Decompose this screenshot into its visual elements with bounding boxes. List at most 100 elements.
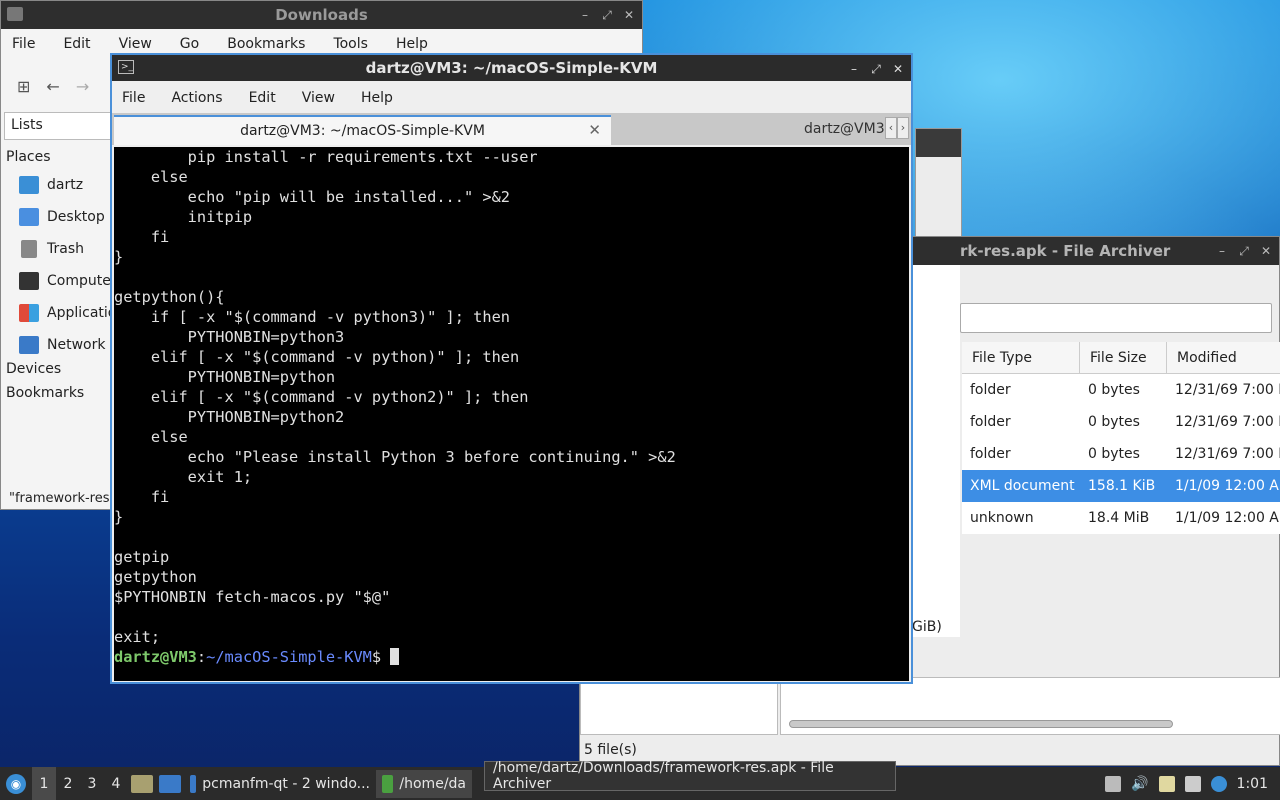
tab-label: dartz@VM3: ~/macOS-Simple-KVM [240,123,485,139]
cell-modified: 12/31/69 7:00 P [1175,446,1280,462]
file-manager-titlebar[interactable]: Downloads – ⤢ ✕ [1,1,642,29]
workspace-2[interactable]: 2 [56,767,80,800]
menu-view[interactable]: View [119,36,152,52]
cell-file-type: unknown [970,510,1034,526]
minimize-icon[interactable]: – [578,8,592,22]
terminal-line: PYTHONBIN=python3 [114,328,345,346]
terminal-line: $PYTHONBIN fetch-macos.py "$@" [114,588,391,606]
prompt-path: ~/macOS-Simple-KVM [206,648,372,666]
sidebar-item-trash[interactable]: Trash [1,233,111,265]
terminal-line: fi [114,488,170,506]
terminal-line: if [ -x "$(command -v python3)" ]; then [114,308,511,326]
sidebar-item-computer[interactable]: Compute [1,265,111,297]
notification-icon[interactable] [1210,775,1227,792]
table-row[interactable]: folder 0 bytes 12/31/69 7:00 P [962,438,1280,470]
maximize-icon[interactable]: ⤢ [869,62,883,76]
close-icon[interactable]: ✕ [622,8,636,22]
menu-help[interactable]: Help [361,90,393,106]
forward-arrow-icon[interactable]: → [76,77,89,96]
menu-file[interactable]: File [12,36,35,52]
tab-close-icon[interactable]: ✕ [588,121,601,139]
table-row[interactable]: unknown 18.4 MiB 1/1/09 12:00 AM [962,502,1280,534]
tab-inactive[interactable]: dartz@VM3 [804,121,885,137]
column-header-file-size[interactable]: File Size [1080,342,1167,373]
text-cursor [390,648,400,665]
back-arrow-icon[interactable]: ← [46,77,59,96]
menu-file[interactable]: File [122,90,145,106]
menu-edit[interactable]: Edit [249,90,276,106]
sidebar-item-home[interactable]: dartz [1,169,111,201]
tab-active[interactable]: dartz@VM3: ~/macOS-Simple-KVM ✕ [114,115,611,145]
archive-launcher-icon[interactable] [131,774,153,793]
sidebar-item-label: Network [47,337,106,353]
workspace-1[interactable]: 1 [32,767,56,800]
window-title: rk-res.apk - File Archiver [960,242,1171,260]
bookmarks-heading[interactable]: Bookmarks [1,381,111,405]
terminal-line: PYTHONBIN=python2 [114,408,345,426]
menu-view[interactable]: View [302,90,335,106]
folder-icon [190,774,197,793]
background-window-titlebar[interactable] [916,129,961,157]
clipboard-icon[interactable] [1158,775,1175,792]
menu-actions[interactable]: Actions [171,90,222,106]
sidebar-item-applications[interactable]: Applicatio [1,297,111,329]
side-pane: Places dartz Desktop Trash Compute Appli… [1,145,111,405]
show-desktop-icon[interactable] [159,774,181,793]
side-pane-mode-select[interactable]: Lists [4,112,111,140]
chevron-left-icon[interactable]: ‹ [885,117,897,139]
sidebar-item-label: Trash [47,241,84,257]
cell-file-size: 0 bytes [1088,414,1140,430]
menu-tools[interactable]: Tools [333,36,368,52]
workspace-3[interactable]: 3 [80,767,104,800]
cell-file-type: folder [970,414,1011,430]
close-icon[interactable]: ✕ [891,62,905,76]
display-icon[interactable] [1184,775,1201,792]
archive-path-field[interactable] [960,303,1272,333]
table-row[interactable]: folder 0 bytes 12/31/69 7:00 P [962,374,1280,406]
column-header-file-type[interactable]: File Type [962,342,1080,373]
minimize-icon[interactable]: – [847,62,861,76]
table-row-selected[interactable]: XML document 158.1 KiB 1/1/09 12:00 A [962,470,1280,502]
terminal-output[interactable]: pip install -r requirements.txt --user e… [114,147,909,681]
cell-modified: 1/1/09 12:00 AM [1175,510,1280,526]
devices-heading[interactable]: Devices [1,357,111,381]
cell-file-type: XML document [970,478,1075,494]
sidebar-item-label: Applicatio [47,305,111,321]
menu-edit[interactable]: Edit [63,36,90,52]
eject-icon[interactable] [1105,775,1122,792]
volume-icon[interactable]: 🔊 [1131,776,1148,792]
workspace-4[interactable]: 4 [104,767,128,800]
terminal-line: getpython [114,568,197,586]
chevron-right-icon[interactable]: › [897,117,909,139]
status-bar-text: 5 file(s) [584,742,637,758]
archive-right-pane[interactable] [780,677,1280,735]
terminal-titlebar[interactable]: >_ dartz@VM3: ~/macOS-Simple-KVM – ⤢ ✕ [112,55,911,81]
horizontal-scrollbar[interactable] [789,720,1173,728]
places-heading[interactable]: Places [1,145,111,169]
menu-help[interactable]: Help [396,36,428,52]
system-tray: 🔊 1:01 [1105,767,1280,800]
clock[interactable]: 1:01 [1237,776,1268,792]
menu-bookmarks[interactable]: Bookmarks [227,36,305,52]
terminal-line: echo "pip will be installed..." >&2 [114,188,511,206]
minimize-icon[interactable]: – [1215,244,1229,258]
cell-file-size: 0 bytes [1088,382,1140,398]
archive-left-pane[interactable] [580,677,778,735]
terminal-line: exit; [114,628,161,646]
new-tab-icon[interactable]: ⊞ [17,77,30,96]
sidebar-item-desktop[interactable]: Desktop [1,201,111,233]
menu-go[interactable]: Go [180,36,199,52]
column-header-modified[interactable]: Modified [1167,342,1280,373]
terminal-window[interactable]: >_ dartz@VM3: ~/macOS-Simple-KVM – ⤢ ✕ F… [110,53,913,684]
window-title: Downloads [275,6,368,24]
maximize-icon[interactable]: ⤢ [1237,244,1251,258]
terminal-line: } [114,248,124,266]
close-icon[interactable]: ✕ [1259,244,1273,258]
table-row[interactable]: folder 0 bytes 12/31/69 7:00 P [962,406,1280,438]
terminal-icon: >_ [118,60,134,74]
taskbar-task-file-archiver[interactable]: /home/da [376,769,472,798]
size-summary-fragment: GiB) [912,619,942,635]
maximize-icon[interactable]: ⤢ [600,8,614,22]
taskbar-task-file-manager[interactable]: pcmanfm-qt - 2 windo... [184,770,376,798]
start-menu-button[interactable]: ◉ [0,767,32,800]
